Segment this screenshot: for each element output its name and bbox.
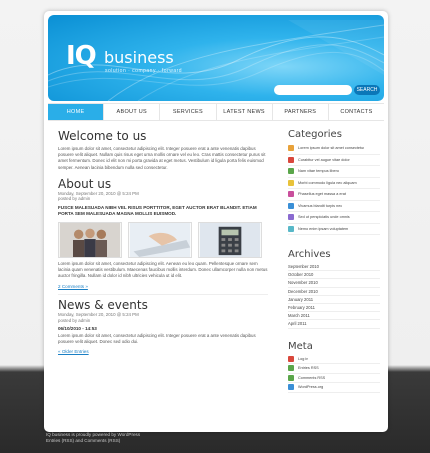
nav-contacts[interactable]: CONTACTS [329,104,384,120]
archives-list: September 2010 October 2010 November 2010 D… [288,263,380,329]
category-item[interactable]: Curabitur vel augue vitae dolor [288,155,380,166]
archive-link[interactable]: September 2010 [288,263,380,272]
main-nav: HOME ABOUT US SERVICES LATEST NEWS PARTN… [48,103,384,121]
news-author: posted by admin [58,317,91,323]
meta-link[interactable]: Comments RSS [288,374,380,383]
category-icon [288,156,294,163]
footer: IQ business is proudly powered by WordPr… [46,432,140,444]
news-title[interactable]: News & events [58,298,268,312]
category-icon [288,202,294,209]
search-input[interactable] [274,85,352,95]
meta-title: Meta [288,340,313,352]
meta-label: Comments RSS [298,375,326,380]
category-icon [288,191,294,198]
logo-mark[interactable]: IQ [66,41,97,71]
category-label: Nemo enim ipsam voluptatem [298,226,349,231]
comments-link[interactable]: 2 Comments » [58,284,268,289]
logo-tagline: solution · company · forward [105,68,183,74]
page-container: IQ business solution · company · forward… [44,11,388,432]
footer-line-2[interactable]: Entries (RSS) and Comments (RSS) [46,438,140,444]
category-label: Vivamus blandit turpis nec [298,203,343,208]
about-author: posted by admin [58,196,91,202]
meta-label: WordPress.org [298,385,324,390]
meta-link[interactable]: Entries RSS [288,364,380,374]
main-content: Welcome to us Lorem ipsum dolor sit amet… [58,129,268,354]
header-banner: IQ business solution · company · forward… [48,15,384,101]
category-item[interactable]: Morbi commodo ligula nec aliquam [288,178,380,189]
archive-link[interactable]: March 2011 [288,312,380,321]
categories-title: Categories [288,129,342,140]
meta-icon [288,374,294,381]
logo-name[interactable]: business [104,48,174,67]
archive-link[interactable]: April 2011 [288,320,380,329]
photo-gallery [58,221,268,258]
category-label: Nam vitae tempus libero [298,169,339,174]
category-label: Sed ut perspiciatis unde omnis [298,215,350,220]
nav-home[interactable]: HOME [48,104,105,120]
archive-link[interactable]: October 2010 [288,271,380,280]
meta-link[interactable]: Log in [288,355,380,364]
sidebar: Categories Lorem ipsum dolor sit amet co… [288,129,380,393]
news-text: Lorem ipsum dolor sit amet, consectetur … [58,332,256,345]
meta-icon [288,365,294,372]
category-label: Curabitur vel augue vitae dolor [298,157,350,162]
meta-icon [288,384,294,391]
category-icon [288,145,294,152]
meta-label: Entries RSS [298,366,319,371]
nav-services[interactable]: SERVICES [160,104,217,120]
category-item[interactable]: Nam vitae tempus libero [288,166,380,178]
about-caps-text: FUSCE MALESUADA NIBH VEL RISUS PORTTITOR… [58,204,257,217]
meta-list: Log in Entries RSS Comments RSS WordPress.o… [288,355,380,393]
nav-partners[interactable]: PARTNERS [273,104,329,120]
category-label: Phasellus eget massa a erat [298,192,346,197]
category-label: Morbi commodo ligula nec aliquam [298,180,357,185]
archive-link[interactable]: January 2011 [288,296,380,304]
category-item[interactable]: Sed ut perspiciatis unde omnis [288,212,380,224]
meta-label: Log in [298,356,309,361]
categories-list: Lorem ipsum dolor sit amet consectetur Cu… [288,143,380,235]
category-icon [288,225,294,232]
category-icon [288,168,294,175]
category-item[interactable]: Phasellus eget massa a erat [288,189,380,201]
nav-latest-news[interactable]: LATEST NEWS [217,104,273,120]
nav-about-us[interactable]: ABOUT US [104,104,161,120]
welcome-title: Welcome to us [58,129,147,143]
category-label: Lorem ipsum dolor sit amet consectetur [298,146,365,151]
calculator-photo[interactable] [198,221,262,258]
category-item[interactable]: Lorem ipsum dolor sit amet consectetur [288,143,380,155]
archive-link[interactable]: November 2010 [288,279,380,288]
team-photo[interactable] [58,221,122,258]
meta-icon [288,355,294,362]
search-button[interactable]: SEARCH [354,85,380,95]
meta-link[interactable]: WordPress.org [288,383,380,393]
older-entries-link[interactable]: « Older Entries [58,349,268,354]
category-item[interactable]: Nemo enim ipsam voluptatem [288,224,380,235]
divider [58,294,268,296]
archives-title: Archives [288,249,331,260]
keyboard-photo[interactable] [128,221,192,258]
archive-link[interactable]: December 2010 [288,288,380,296]
category-icon [288,214,294,221]
about-text: Lorem ipsum dolor sit amet, consectetur … [58,260,268,279]
category-item[interactable]: Vivamus blandit turpis nec [288,201,380,212]
about-title[interactable]: About us [58,177,268,191]
welcome-text: Lorem ipsum dolor sit amet, consectetur … [58,146,266,170]
archive-link[interactable]: February 2011 [288,304,380,313]
category-icon [288,179,294,186]
